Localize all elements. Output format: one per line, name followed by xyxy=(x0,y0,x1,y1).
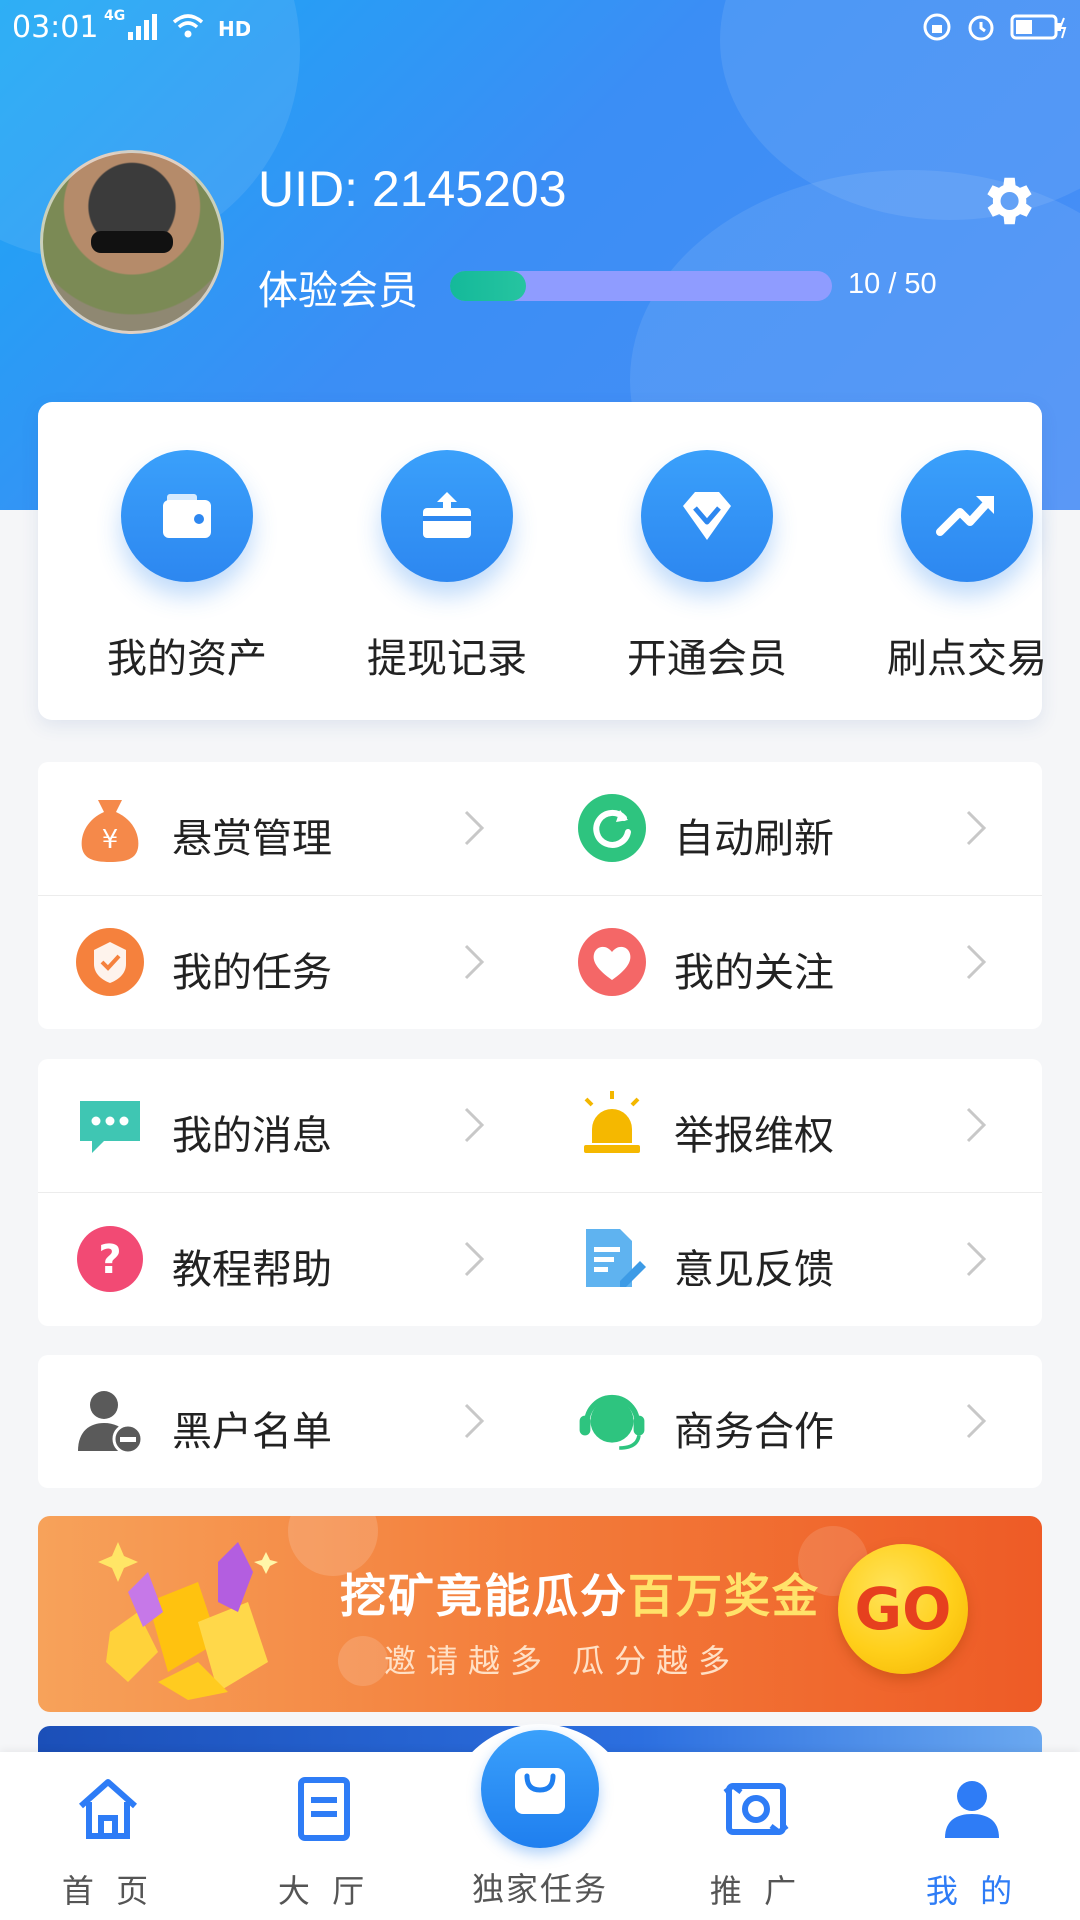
promote-camera-icon xyxy=(723,1782,789,1836)
menu-item-label: 自动刷新 xyxy=(674,816,834,862)
menu-item-feedback[interactable]: 意见反馈 xyxy=(540,1193,1042,1326)
blacklist-user-icon xyxy=(78,1391,144,1455)
menu-item-label: 意见反馈 xyxy=(674,1247,834,1293)
settings-gear-icon[interactable] xyxy=(976,170,1038,232)
quick-actions-card: 我的资产 提现记录 开通会员 刷点交易 xyxy=(38,402,1047,720)
banner-subtitle: 邀请越多 瓜分越多 xyxy=(384,1642,741,1680)
message-icon xyxy=(80,1101,140,1153)
menu-group-1: ¥ 悬赏管理 自动刷新 我的任务 我的关注 xyxy=(38,762,1042,1029)
quick-action-label: 我的资产 xyxy=(107,636,267,682)
alarm-icon xyxy=(584,1091,640,1153)
menu-item-label: 举报维权 xyxy=(674,1113,834,1159)
level-progress-fill xyxy=(450,271,527,301)
shopping-bag-icon xyxy=(515,1768,565,1814)
menu-item-label: 商务合作 xyxy=(674,1409,834,1455)
document-list-icon xyxy=(298,1777,350,1841)
feedback-icon xyxy=(586,1229,646,1287)
rotation-lock-icon xyxy=(923,13,951,41)
menu-item-label: 悬赏管理 xyxy=(172,816,332,862)
heart-icon xyxy=(578,928,646,996)
wifi-icon xyxy=(172,14,204,38)
chevron-right-icon xyxy=(966,1403,987,1439)
nav-label: 我 的 xyxy=(925,1872,1019,1910)
quick-action-point-trading[interactable]: 刷点交易 xyxy=(867,450,1067,684)
level-progress-text: 10 / 50 xyxy=(848,268,937,300)
task-shield-icon xyxy=(76,928,144,996)
quick-action-label: 提现记录 xyxy=(367,636,527,682)
nav-promote[interactable]: 推 广 xyxy=(676,1774,836,1912)
banner-title: 挖矿竟能瓜分百万奖金 xyxy=(340,1569,820,1623)
nav-home[interactable]: 首 页 xyxy=(28,1774,188,1912)
menu-item-label: 黑户名单 xyxy=(172,1409,332,1455)
diamond-icon xyxy=(683,492,731,540)
chevron-right-icon xyxy=(966,1107,987,1143)
user-id: UID: 2145203 xyxy=(258,161,567,217)
menu-group-3: 黑户名单 商务合作 xyxy=(38,1355,1042,1488)
chevron-right-icon xyxy=(464,1403,485,1439)
menu-item-my-tasks[interactable]: 我的任务 xyxy=(38,896,540,1029)
quick-action-open-membership[interactable]: 开通会员 xyxy=(607,450,807,684)
chevron-right-icon xyxy=(966,1241,987,1277)
quick-action-withdraw-records[interactable]: 提现记录 xyxy=(347,450,547,684)
mining-promo-banner[interactable]: 挖矿竟能瓜分百万奖金 邀请越多 瓜分越多 GO xyxy=(38,1516,1042,1712)
menu-item-label: 我的任务 xyxy=(172,950,332,996)
status-time: 03:01 xyxy=(12,10,99,45)
alarm-clock-icon xyxy=(968,15,994,41)
menu-item-business-cooperation[interactable]: 商务合作 xyxy=(540,1355,1042,1488)
wallet-icon xyxy=(163,494,211,538)
battery-icon xyxy=(1010,14,1067,40)
network-type: 4G xyxy=(104,8,126,24)
refresh-icon xyxy=(578,794,646,862)
menu-item-blacklist[interactable]: 黑户名单 xyxy=(38,1355,540,1488)
menu-item-my-messages[interactable]: 我的消息 xyxy=(38,1059,540,1192)
status-bar: 03:01 4G HD xyxy=(0,0,1080,56)
signal-icon xyxy=(128,14,157,40)
avatar[interactable] xyxy=(40,150,224,334)
menu-item-my-follows[interactable]: 我的关注 xyxy=(540,896,1042,1029)
menu-item-label: 教程帮助 xyxy=(172,1247,332,1293)
quick-action-label: 刷点交易 xyxy=(887,636,1047,682)
help-icon: ? xyxy=(77,1226,143,1292)
svg-text:HD: HD xyxy=(218,17,250,40)
nav-mine[interactable]: 我 的 xyxy=(892,1774,1052,1912)
quick-action-my-assets[interactable]: 我的资产 xyxy=(87,450,287,684)
go-button[interactable]: GO xyxy=(838,1544,968,1674)
nav-hall[interactable]: 大 厅 xyxy=(244,1774,404,1912)
withdraw-icon xyxy=(423,492,471,538)
chevron-right-icon xyxy=(464,810,485,846)
member-level: 体验会员 xyxy=(258,268,418,314)
menu-item-reward-management[interactable]: ¥ 悬赏管理 xyxy=(38,762,540,895)
svg-text:?: ? xyxy=(98,1237,121,1283)
menu-item-report-rights[interactable]: 举报维权 xyxy=(540,1059,1042,1192)
chevron-right-icon xyxy=(464,944,485,980)
menu-item-tutorial-help[interactable]: ? 教程帮助 xyxy=(38,1193,540,1326)
nav-label: 推 广 xyxy=(709,1872,803,1910)
level-progress-bar xyxy=(450,271,832,301)
headset-icon xyxy=(579,1394,645,1450)
menu-item-label: 我的消息 xyxy=(172,1113,332,1159)
gold-crystals-icon xyxy=(98,1542,278,1700)
home-icon xyxy=(79,1779,137,1839)
hd-icon: HD xyxy=(218,17,250,40)
nav-exclusive-tasks[interactable] xyxy=(481,1730,599,1848)
user-profile-icon xyxy=(945,1781,999,1838)
menu-item-auto-refresh[interactable]: 自动刷新 xyxy=(540,762,1042,895)
svg-text:¥: ¥ xyxy=(102,825,119,855)
chevron-right-icon xyxy=(464,1241,485,1277)
trend-up-icon xyxy=(936,496,994,536)
nav-label: 大 厅 xyxy=(277,1872,371,1910)
nav-center-label: 独家任务 xyxy=(471,1870,608,1908)
chevron-right-icon xyxy=(966,944,987,980)
chevron-right-icon xyxy=(464,1107,485,1143)
chevron-right-icon xyxy=(966,810,987,846)
nav-label: 首 页 xyxy=(61,1872,155,1910)
quick-action-label: 开通会员 xyxy=(627,636,787,682)
menu-item-label: 我的关注 xyxy=(674,950,834,996)
money-bag-icon: ¥ xyxy=(81,800,139,862)
menu-group-2: 我的消息 举报维权 ? 教程帮助 意见反馈 xyxy=(38,1059,1042,1326)
bottom-navigation: 首 页 大 厅 独家任务 推 广 我 的 xyxy=(0,1724,1080,1920)
